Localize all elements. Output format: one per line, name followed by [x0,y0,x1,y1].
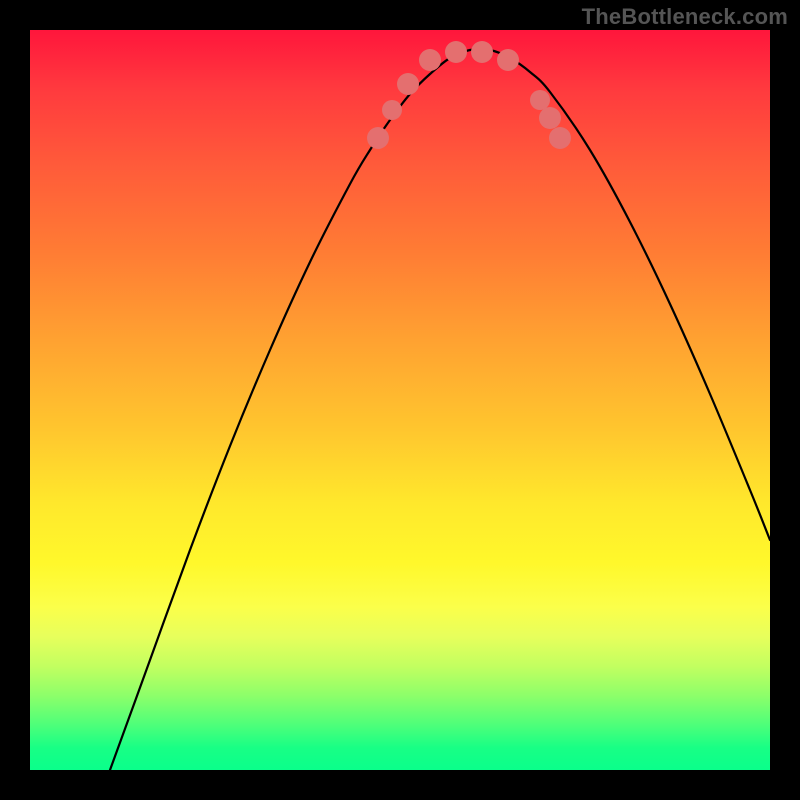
bottleneck-curve [110,49,770,770]
data-marker [471,41,493,63]
data-marker [497,49,519,71]
data-marker [397,73,419,95]
marker-group [367,41,571,149]
data-marker [530,90,550,110]
data-marker [549,127,571,149]
data-marker [539,107,561,129]
plot-area [30,30,770,770]
data-marker [419,49,441,71]
chart-frame: TheBottleneck.com [0,0,800,800]
data-marker [367,127,389,149]
data-marker [445,41,467,63]
watermark-text: TheBottleneck.com [582,4,788,30]
data-marker [382,100,402,120]
curve-layer [30,30,770,770]
